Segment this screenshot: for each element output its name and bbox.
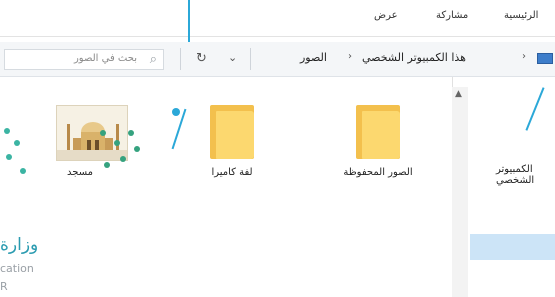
computer-icon	[537, 53, 553, 64]
ribbon: الرئيسية مشاركة عرض	[0, 0, 555, 37]
breadcrumb-pictures[interactable]: الصور	[300, 51, 327, 64]
chevron-left-icon: ›	[522, 51, 526, 62]
logo-dot	[120, 156, 126, 162]
search-placeholder: بحث في الصور	[73, 53, 137, 64]
search-input[interactable]: بحث في الصور ⌕	[4, 49, 164, 70]
nav-item-this-pc[interactable]: الكمبيوتر الشخصي	[496, 164, 555, 186]
file-list: الصور المحفوظة لفة كاميرا مسجد	[0, 77, 450, 297]
logo-dot	[6, 154, 12, 160]
tab-view[interactable]: عرض	[374, 10, 398, 21]
logo-dot	[104, 162, 110, 168]
list-item[interactable]: لفة كاميرا	[182, 105, 282, 185]
logo-dot	[128, 130, 134, 136]
refresh-icon[interactable]: ↻	[196, 51, 207, 66]
scroll-up-icon[interactable]: ▲	[455, 89, 462, 99]
logo-subtitle: cation	[0, 262, 34, 275]
logo-title: وزارة	[0, 235, 39, 255]
logo-dot	[100, 130, 106, 136]
callout-line	[188, 0, 190, 42]
file-name: مسجد	[67, 167, 93, 178]
folder-icon	[210, 105, 254, 159]
file-name: لفة كاميرا	[211, 167, 253, 178]
address-bar: بحث في الصور ⌕ ↻ ⌄ الصور › هذا الكمبيوتر…	[0, 42, 555, 77]
chevron-down-icon[interactable]: ⌄	[228, 51, 237, 64]
search-icon: ⌕	[149, 52, 157, 67]
logo-dot	[114, 140, 120, 146]
image-thumbnail	[56, 105, 128, 161]
folder-icon	[356, 105, 400, 159]
scrollbar[interactable]	[452, 87, 468, 297]
chevron-left-icon: ›	[348, 51, 352, 62]
logo-letter: R	[0, 280, 8, 293]
list-item[interactable]: الصور المحفوظة	[328, 105, 428, 185]
logo-dot	[20, 168, 26, 174]
callout-dot	[172, 108, 180, 116]
separator	[180, 48, 181, 70]
logo-dot	[14, 140, 20, 146]
separator	[250, 48, 251, 70]
nav-item-selected[interactable]	[470, 234, 555, 260]
tab-home[interactable]: الرئيسية	[504, 10, 538, 21]
tab-share[interactable]: مشاركة	[436, 10, 468, 21]
breadcrumb-this-pc[interactable]: هذا الكمبيوتر الشخصي	[362, 51, 466, 64]
file-name: الصور المحفوظة	[343, 167, 413, 178]
logo-dot	[4, 128, 10, 134]
logo-dot	[134, 146, 140, 152]
